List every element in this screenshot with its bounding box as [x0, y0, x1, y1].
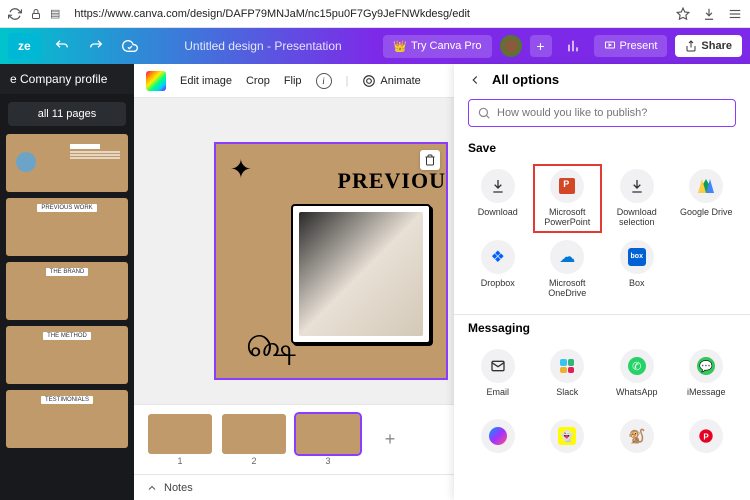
share-panel: All options Save Download Microsoft Powe…	[454, 64, 750, 500]
snapchat-icon: 👻	[558, 427, 576, 445]
flip-button[interactable]: Flip	[284, 75, 302, 87]
pinterest-icon: P	[697, 427, 715, 445]
edit-image-button[interactable]: Edit image	[180, 75, 232, 87]
option-mailchimp[interactable]: 🐒	[603, 415, 671, 481]
option-whatsapp[interactable]: ✆WhatsApp	[603, 345, 671, 411]
box-icon: box	[628, 248, 646, 266]
doodle-icon: ௸	[246, 327, 296, 368]
try-pro-button[interactable]: 👑Try Canva Pro	[383, 35, 491, 58]
option-box[interactable]: boxBox	[603, 236, 671, 303]
resize-button[interactable]: ze	[8, 33, 41, 59]
search-icon	[477, 106, 491, 120]
document-title[interactable]: Untitled design - Presentation	[184, 39, 341, 53]
download-icon	[490, 178, 506, 194]
save-section-label: Save	[454, 137, 750, 159]
app-topbar: ze Untitled design - Presentation 👑Try C…	[0, 28, 750, 64]
back-icon[interactable]	[468, 73, 482, 87]
option-imessage[interactable]: 💬iMessage	[673, 345, 741, 411]
browser-address-bar: ▤ https://www.canva.com/design/DAFP79MNJ…	[0, 0, 750, 28]
sidebar-title: e Company profile	[0, 64, 134, 94]
animate-button[interactable]: Animate	[362, 74, 420, 88]
template-thumb[interactable]: THE METHOD	[6, 326, 128, 384]
url-prefix-icon: ▤	[50, 7, 60, 20]
cloud-sync-icon[interactable]	[117, 33, 143, 59]
imessage-icon: 💬	[697, 357, 715, 375]
slide-heading[interactable]: PREVIOU	[338, 168, 446, 194]
download-browser-icon[interactable]	[702, 7, 716, 21]
mailchimp-icon: 🐒	[628, 427, 646, 445]
share-button[interactable]: Share	[675, 35, 742, 57]
lock-icon	[30, 8, 42, 20]
info-icon[interactable]: i	[316, 73, 332, 89]
color-picker-button[interactable]	[146, 71, 166, 91]
panel-title: All options	[492, 72, 559, 87]
filmstrip-page[interactable]: 1	[148, 414, 212, 466]
user-avatar[interactable]	[500, 35, 522, 57]
chevron-up-icon[interactable]	[146, 482, 158, 494]
menu-icon[interactable]	[728, 7, 742, 21]
download-icon	[629, 178, 645, 194]
add-page-button[interactable]: +	[370, 420, 410, 460]
publish-search-input[interactable]	[497, 107, 727, 119]
option-pinterest[interactable]: P	[673, 415, 741, 481]
image-frame[interactable]	[291, 204, 431, 344]
slack-icon	[560, 359, 574, 373]
messenger-icon	[489, 427, 507, 445]
filmstrip-page[interactable]: 3	[296, 414, 360, 466]
option-google-drive[interactable]: Google Drive	[673, 165, 741, 232]
template-thumb[interactable]: PREVIOUS WORK	[6, 198, 128, 256]
template-sidebar: e Company profile all 11 pages PREVIOUS …	[0, 64, 134, 500]
option-download[interactable]: Download	[464, 165, 532, 232]
apply-all-button[interactable]: all 11 pages	[8, 102, 126, 126]
add-member-button[interactable]: +	[530, 35, 552, 57]
canvas-area: Edit image Crop Flip i | Animate ✦ PREVI…	[134, 64, 750, 500]
notes-button[interactable]: Notes	[164, 482, 193, 494]
option-powerpoint[interactable]: Microsoft PowerPoint	[534, 165, 602, 232]
crop-button[interactable]: Crop	[246, 75, 270, 87]
template-thumb[interactable]	[6, 134, 128, 192]
star-icon[interactable]	[676, 7, 690, 21]
dropbox-icon: ❖	[491, 247, 505, 267]
messaging-section-label: Messaging	[454, 317, 750, 339]
option-snapchat[interactable]: 👻	[534, 415, 602, 481]
option-download-selection[interactable]: Download selection	[603, 165, 671, 232]
url-text[interactable]: https://www.canva.com/design/DAFP79MNJaM…	[68, 6, 668, 22]
option-messenger[interactable]	[464, 415, 532, 481]
slide-canvas[interactable]: ✦ PREVIOU ௸	[214, 142, 448, 380]
publish-search-box[interactable]	[468, 99, 736, 127]
redo-button[interactable]	[83, 33, 109, 59]
present-button[interactable]: Present	[594, 35, 668, 57]
option-dropbox[interactable]: ❖Dropbox	[464, 236, 532, 303]
template-thumb[interactable]: TESTIMONIALS	[6, 390, 128, 448]
undo-button[interactable]	[49, 33, 75, 59]
sparkle-icon: ✦	[230, 154, 252, 185]
filmstrip-page[interactable]: 2	[222, 414, 286, 466]
option-slack[interactable]: Slack	[534, 345, 602, 411]
svg-text:P: P	[704, 433, 710, 442]
onedrive-icon: ☁	[559, 247, 575, 267]
insights-button[interactable]	[560, 33, 586, 59]
powerpoint-icon	[559, 178, 575, 194]
whatsapp-icon: ✆	[628, 357, 646, 375]
refresh-icon[interactable]	[8, 7, 22, 21]
option-email[interactable]: Email	[464, 345, 532, 411]
email-icon	[490, 358, 506, 374]
option-onedrive[interactable]: ☁Microsoft OneDrive	[534, 236, 602, 303]
template-thumb[interactable]: THE BRAND	[6, 262, 128, 320]
google-drive-icon	[698, 179, 714, 193]
delete-element-button[interactable]	[420, 150, 440, 170]
